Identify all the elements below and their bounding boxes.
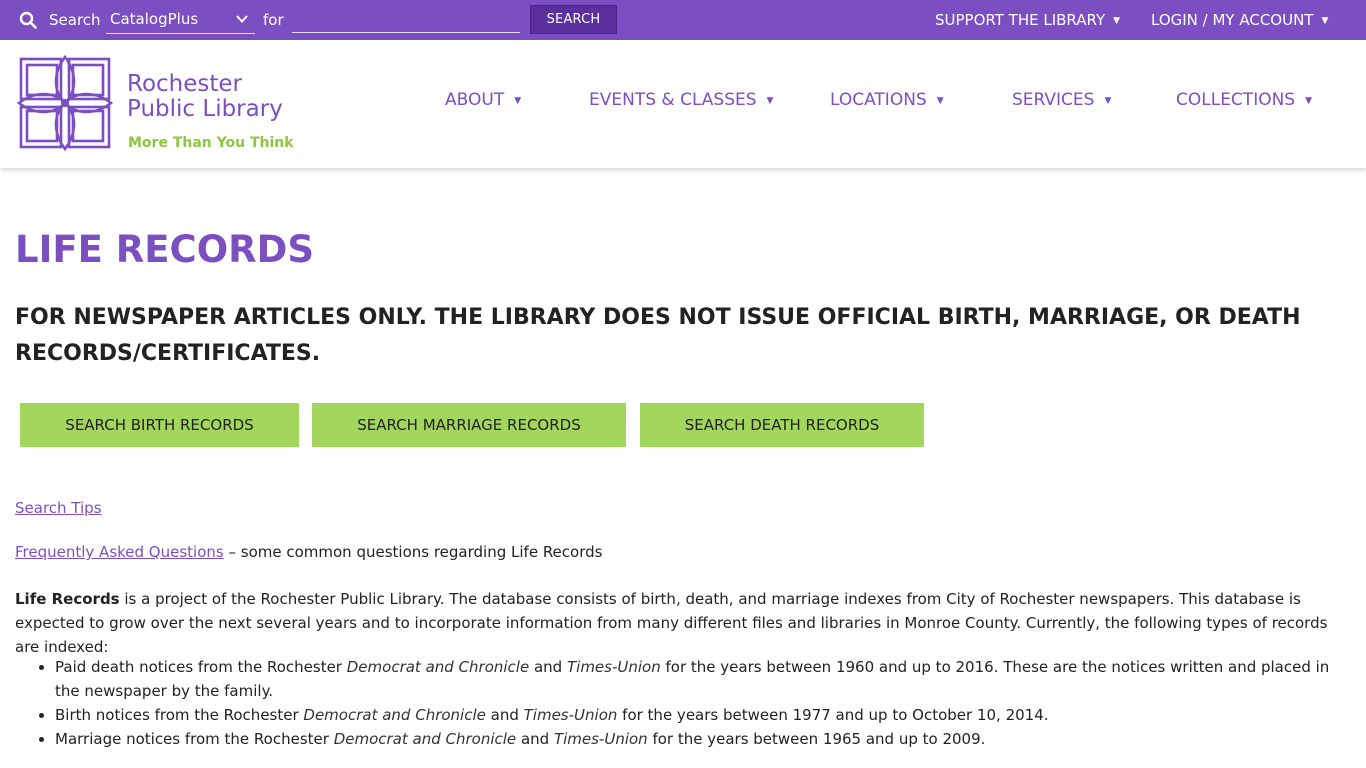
newspaper-name: Times-Union <box>523 706 618 724</box>
library-logo-icon[interactable] <box>15 53 115 153</box>
caret-down-icon: ▼ <box>1104 96 1112 106</box>
faq-link[interactable]: Frequently Asked Questions <box>15 543 224 561</box>
faq-description: – some common questions regarding Life R… <box>223 543 603 561</box>
caret-down-icon: ▼ <box>514 96 522 106</box>
intro-paragraph: Life Records is a project of the Rochest… <box>15 587 1355 659</box>
newspaper-name: Democrat and Chronicle <box>346 658 530 676</box>
caret-down-icon: ▼ <box>1321 16 1329 26</box>
newspaper-name: Democrat and Chronicle <box>303 706 486 724</box>
faq-line: Frequently Asked Questions – some common… <box>15 543 602 561</box>
search-birth-records-button[interactable]: SEARCH BIRTH RECORDS <box>20 403 299 447</box>
site-header: Rochester Public Library More Than You T… <box>0 40 1366 168</box>
catalog-selected-value: CatalogPlus <box>110 10 199 28</box>
list-item-text: Birth notices from the Rochester <box>55 706 304 724</box>
login-account-label: LOGIN / MY ACCOUNT <box>1151 11 1314 29</box>
utility-bar: Search CatalogPlus for SEARCH SUPPORT TH… <box>0 0 1366 40</box>
support-library-menu[interactable]: SUPPORT THE LIBRARY ▼ <box>935 11 1120 29</box>
search-death-records-button[interactable]: SEARCH DEATH RECORDS <box>640 403 924 447</box>
list-item: Marriage notices from the Rochester Demo… <box>55 727 1345 751</box>
list-item-text: for the years between 1977 and up to Oct… <box>617 706 1049 724</box>
newspaper-name: Times-Union <box>566 658 661 676</box>
catalog-search-button[interactable]: SEARCH <box>530 5 617 34</box>
list-item: Paid death notices from the Rochester De… <box>55 655 1345 703</box>
caret-down-icon: ▼ <box>1113 16 1121 26</box>
list-item-text: and <box>516 730 554 748</box>
support-library-label: SUPPORT THE LIBRARY <box>935 11 1106 29</box>
search-icon <box>19 11 37 29</box>
nav-collections-label: COLLECTIONS <box>1176 90 1296 110</box>
nav-services[interactable]: SERVICES ▼ <box>1012 90 1111 110</box>
library-name[interactable]: Rochester Public Library <box>127 72 283 122</box>
caret-down-icon: ▼ <box>1305 96 1313 106</box>
for-label: for <box>263 11 284 29</box>
nav-locations[interactable]: LOCATIONS ▼ <box>830 90 944 110</box>
library-name-line2: Public Library <box>127 96 283 122</box>
nav-locations-label: LOCATIONS <box>830 90 927 110</box>
newspaper-name: Democrat and Chronicle <box>333 730 517 748</box>
nav-about-label: ABOUT <box>445 90 505 110</box>
list-item: Birth notices from the Rochester Democra… <box>55 703 1345 727</box>
login-account-menu[interactable]: LOGIN / MY ACCOUNT ▼ <box>1151 11 1328 29</box>
library-tagline: More Than You Think <box>128 135 294 151</box>
list-item-text: Paid death notices from the Rochester <box>55 658 347 676</box>
list-item-text: and <box>529 658 567 676</box>
list-item-text: Marriage notices from the Rochester <box>55 730 334 748</box>
page-subtitle: FOR NEWSPAPER ARTICLES ONLY. THE LIBRARY… <box>15 305 1301 366</box>
search-tips-link[interactable]: Search Tips <box>15 499 102 517</box>
page-title: LIFE RECORDS <box>15 228 314 271</box>
catalog-select[interactable]: CatalogPlus <box>106 6 255 34</box>
nav-services-label: SERVICES <box>1012 90 1095 110</box>
nav-events-label: EVENTS & CLASSES <box>589 90 757 110</box>
list-item-text: for the years between 1965 and up to 200… <box>647 730 986 748</box>
nav-collections[interactable]: COLLECTIONS ▼ <box>1176 90 1312 110</box>
record-types-list: Paid death notices from the Rochester De… <box>55 655 1345 751</box>
search-marriage-records-button[interactable]: SEARCH MARRIAGE RECORDS <box>312 403 626 447</box>
library-name-line1: Rochester <box>127 71 242 97</box>
caret-down-icon: ▼ <box>766 96 774 106</box>
newspaper-name: Times-Union <box>553 730 648 748</box>
list-item-text: and <box>485 706 524 724</box>
intro-bold: Life Records <box>15 590 120 608</box>
caret-down-icon: ▼ <box>936 96 944 106</box>
search-label: Search <box>49 11 101 29</box>
catalog-search-input[interactable] <box>292 6 520 33</box>
intro-text: is a project of the Rochester Public Lib… <box>15 590 1328 656</box>
nav-about[interactable]: ABOUT ▼ <box>445 90 521 110</box>
nav-events-classes[interactable]: EVENTS & CLASSES ▼ <box>589 90 773 110</box>
chevron-down-icon <box>236 15 248 23</box>
